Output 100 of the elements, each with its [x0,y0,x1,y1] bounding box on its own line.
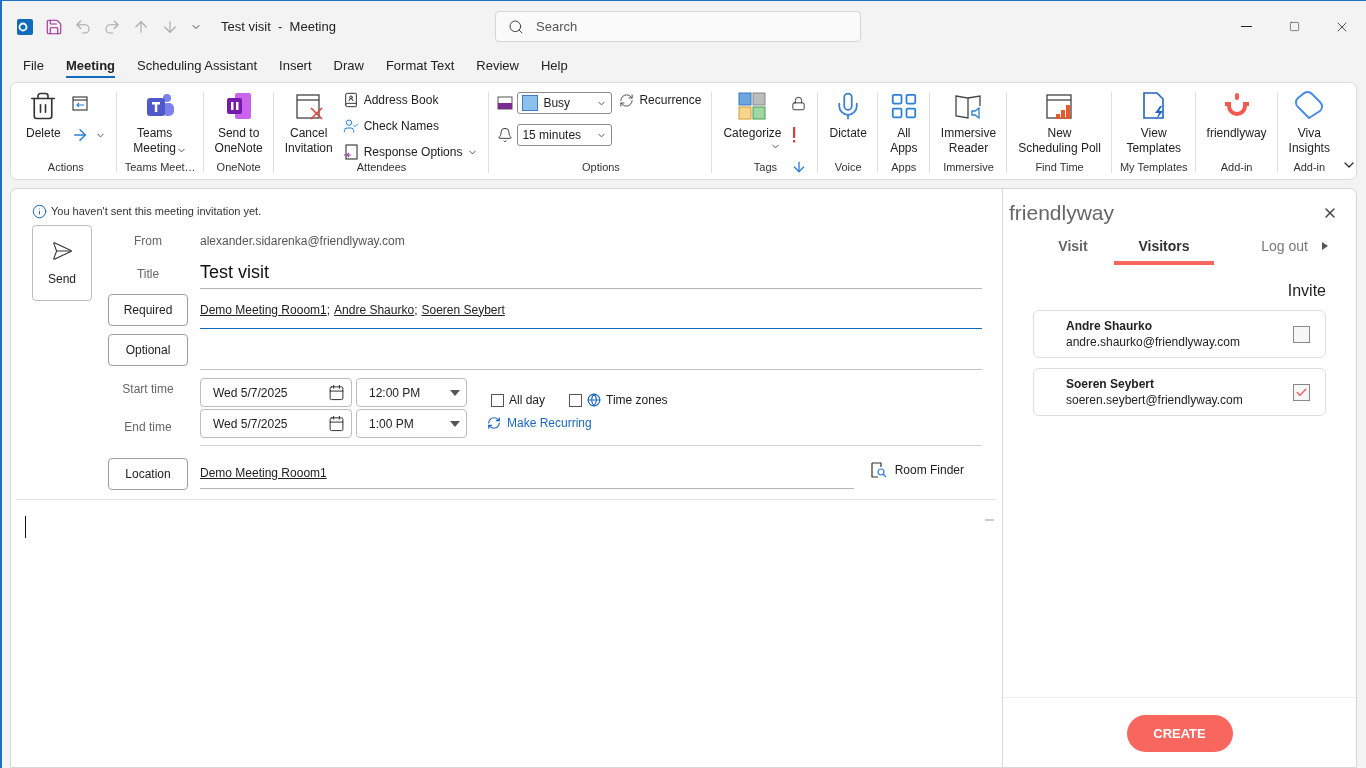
ribbon-button[interactable]: Immersive Reader [937,86,1000,159]
recipients-field[interactable]: Demo Meeting Rooom1; Andre Shaurko; Soeren Seybert [200,291,982,329]
group-label: Immersive [943,161,994,175]
exclamation-icon [791,126,798,144]
menu-tab[interactable]: Help [540,56,568,78]
sender-email: alexander.sidarenka@friendlyway.com [200,234,406,248]
ribbon-button[interactable]: Categorize [720,86,785,155]
group-label: Add-in [1293,161,1326,175]
send-button[interactable]: Send [32,225,92,301]
group-label: Find Time [1035,161,1084,175]
recurrence-icon [619,92,635,108]
ribbon-button[interactable]: Check Names [339,114,482,138]
ribbon-button[interactable]: Address Book [339,88,482,112]
triangle-right-icon [1322,242,1328,250]
menu-tab[interactable]: Format Text [385,56,455,78]
time-field[interactable]: 12:00 PM [356,378,467,407]
ribbon-button[interactable]: Response Options [339,140,482,164]
globe-icon [587,393,602,407]
visitor-email: andre.shaurko@friendlyway.com [1066,335,1241,349]
location-button[interactable]: Location [108,457,188,490]
time-zones-checkbox[interactable]: Time zones [569,393,668,407]
menu-tab[interactable]: Draw [333,56,364,78]
group-label: Options [581,161,620,175]
busy-status-icon [497,95,514,111]
time-field[interactable]: 1:00 PM [356,409,467,438]
group-label: Attendees [356,161,407,175]
close-icon[interactable] [1322,205,1338,221]
field-label: Start time [121,382,175,396]
caret-icon [450,420,460,427]
date-field[interactable]: Wed 5/7/2025 [200,378,352,407]
search-icon [508,18,524,35]
panel-tab[interactable]: Visit [1032,231,1114,265]
notice-text: You haven't sent this meeting invitation yet. [51,205,262,217]
save-icon[interactable] [45,17,63,36]
group-label: My Templates [1119,161,1188,175]
ribbon-button[interactable]: Delete [23,86,64,144]
recipient-link[interactable]: Demo Meeting Rooom1 [200,302,327,317]
bell-icon [497,127,514,143]
dropdown-select[interactable]: 15 minutes [517,124,613,146]
all-day-checkbox[interactable]: All day [491,393,546,407]
address-book-icon [342,92,359,108]
mail-app-icon [16,17,34,36]
calendar-icon [328,415,345,432]
info-icon [32,203,47,219]
panel-title: friendlyway [1009,201,1115,225]
recurrence-icon [487,416,501,430]
recipient-link[interactable]: Soeren Seybert [421,302,505,317]
ribbon-button[interactable]: Teams Meeting [130,86,190,159]
location-field[interactable]: Demo Meeting Rooom1 [200,458,854,489]
separator-text: ; [414,302,418,317]
maximize-icon [1288,21,1300,32]
field-label: Title [135,267,161,281]
group-label: Teams Meet… [124,161,196,175]
caret-icon [450,389,460,396]
visitor-name: Soeren Seybert [1066,377,1156,391]
heart-outline-icon [1293,90,1326,122]
menu-tab[interactable]: Review [476,56,519,78]
menu-tab[interactable]: Meeting [65,56,116,78]
date-field[interactable]: Wed 5/7/2025 [200,409,352,438]
people-check-icon [342,118,359,134]
menu-tab[interactable]: Scheduling Assistant [137,56,258,78]
ribbon-button[interactable]: Send to OneNote [211,86,266,159]
menu-tab[interactable]: File [23,56,44,78]
room-finder-button[interactable]: Room Finder [864,460,970,479]
ribbon-button[interactable]: New Scheduling Poll [1015,86,1104,159]
ribbon-button[interactable]: friendlyway [1203,86,1270,144]
group-label: OneNote [216,161,261,175]
ribbon-button[interactable]: Cancel Invitation [281,86,336,159]
logout-link[interactable]: Log out [1261,231,1328,265]
minimize-icon [1240,26,1252,27]
panel-tab[interactable]: Visitors [1114,231,1214,265]
ribbon-button[interactable]: All Apps [885,86,922,159]
group-label: Voice [834,161,862,175]
separator-text: ; [326,302,331,317]
field-label: End time [123,420,173,434]
field-label: From [133,234,163,248]
visitor-checkbox[interactable] [1293,325,1310,343]
ribbon-button[interactable]: View Templates [1123,86,1185,159]
make-recurring-link[interactable]: Make Recurring [487,416,592,430]
visitor-checkbox[interactable] [1293,383,1310,401]
window-title: Test visit - Meeting [221,19,336,34]
search-box[interactable]: Search [495,11,861,42]
categorize-icon [736,90,769,122]
dropdown-select[interactable]: Busy [517,92,613,114]
menu-tab[interactable]: Insert [279,56,312,78]
group-label: Apps [891,161,917,175]
ribbon-button[interactable]: Viva Insights [1285,86,1333,159]
ribbon-button[interactable]: Recurrence [616,88,705,112]
ribbon-button[interactable]: Dictate [826,86,870,144]
calendar-icon [328,384,345,401]
visitor-email: soeren.seybert@friendlyway.com [1066,393,1243,407]
group-label: Add-in [1220,161,1253,175]
group-label: Actions [47,161,84,175]
search-field[interactable]: Search [534,18,848,35]
color-swatch-icon [522,95,539,111]
optional-button[interactable]: Optional [108,333,188,366]
group-label: Tags [753,161,778,175]
room-search-icon [870,461,887,478]
lock-icon [791,95,807,111]
required-button[interactable]: Required [108,294,188,326]
